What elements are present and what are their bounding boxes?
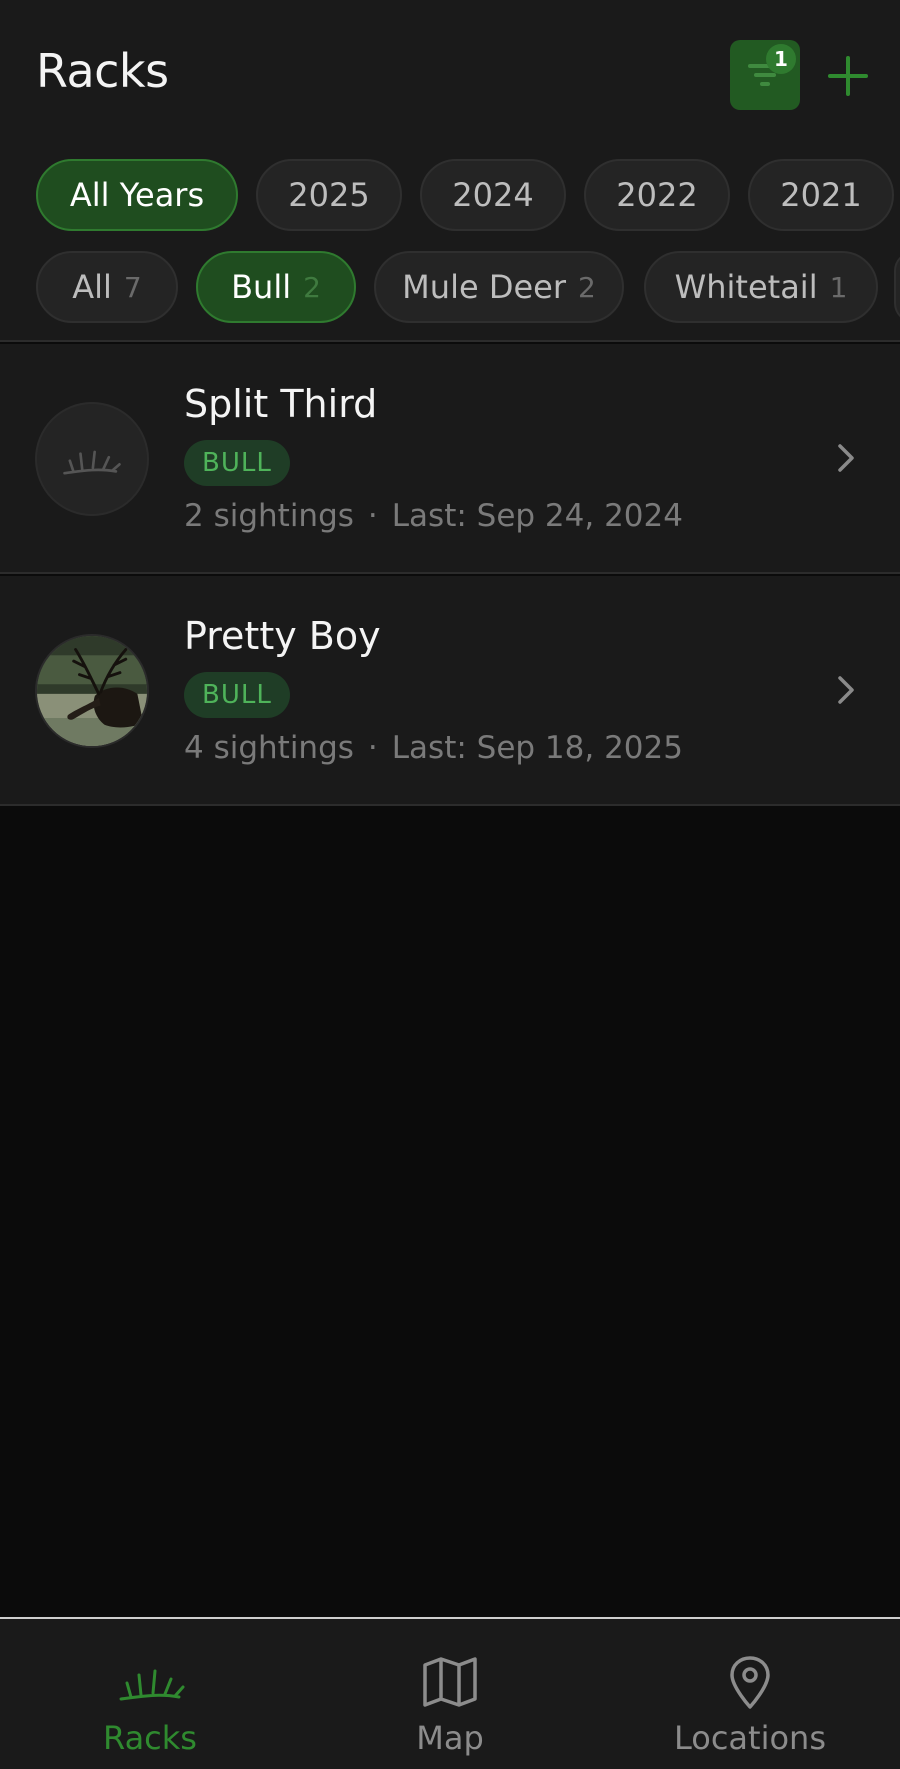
nav-label: Racks xyxy=(103,1719,197,1757)
rack-meta: 2 sightings · Last: Sep 24, 2024 xyxy=(184,498,683,534)
chip-count: 2 xyxy=(303,270,321,304)
last-sighting: Last: Sep 18, 2025 xyxy=(391,730,683,766)
species-filter-row: All 7 Bull 2 Mule Deer 2 Whitetail 1 xyxy=(0,248,900,326)
species-chip-all[interactable]: All 7 xyxy=(36,251,178,323)
chip-label: 2024 xyxy=(452,176,534,214)
last-sighting: Last: Sep 24, 2024 xyxy=(391,498,683,534)
filter-button[interactable]: 1 xyxy=(730,40,800,110)
chip-label: Bull xyxy=(231,268,292,306)
filter-count-badge: 1 xyxy=(766,44,796,74)
add-rack-button[interactable] xyxy=(826,54,870,98)
rack-list-item[interactable]: Pretty Boy BULL 4 sightings · Last: Sep 18… xyxy=(0,576,900,806)
map-icon xyxy=(423,1657,477,1707)
chip-count: 7 xyxy=(123,270,142,304)
chip-label: Whitetail xyxy=(674,268,818,306)
bottom-navigation: Racks Map Locations xyxy=(0,1617,900,1769)
page-title: Racks xyxy=(36,44,169,98)
chip-label: 2025 xyxy=(288,176,370,214)
location-pin-icon xyxy=(730,1656,770,1709)
sightings-count: 2 sightings xyxy=(184,498,354,534)
rack-name: Split Third xyxy=(184,382,378,426)
chevron-right-icon xyxy=(838,676,854,704)
species-badge: BULL xyxy=(184,440,290,486)
sightings-count: 4 sightings xyxy=(184,730,354,766)
species-chip-bull[interactable]: Bull 2 xyxy=(196,251,356,323)
rack-name: Pretty Boy xyxy=(184,614,381,658)
rack-meta: 4 sightings · Last: Sep 18, 2025 xyxy=(184,730,683,766)
year-chip-2025[interactable]: 2025 xyxy=(256,159,402,231)
year-filter-row: All Years 2025 2024 2022 2021 xyxy=(0,156,900,234)
species-chip-mule-deer[interactable]: Mule Deer 2 xyxy=(374,251,624,323)
chip-count: 1 xyxy=(829,270,848,304)
nav-map[interactable]: Map xyxy=(300,1619,600,1769)
species-badge: BULL xyxy=(184,672,290,718)
chip-label: 2022 xyxy=(616,176,698,214)
nav-label: Map xyxy=(416,1719,484,1757)
species-chip-more[interactable] xyxy=(894,251,900,323)
rack-list-item[interactable]: Split Third BULL 2 sightings · Last: Sep 2… xyxy=(0,344,900,574)
species-chip-whitetail[interactable]: Whitetail 1 xyxy=(644,251,878,323)
meta-separator: · xyxy=(367,498,378,534)
chip-label: All xyxy=(72,268,112,306)
nav-label: Locations xyxy=(673,1719,826,1757)
year-chip-2022[interactable]: 2022 xyxy=(584,159,730,231)
elk-photo xyxy=(35,634,149,748)
year-chip-2021[interactable]: 2021 xyxy=(748,159,894,231)
chip-label: Mule Deer xyxy=(402,268,566,306)
nav-locations[interactable]: Locations xyxy=(600,1619,900,1769)
chip-count: 2 xyxy=(577,270,596,304)
nav-racks[interactable]: Racks xyxy=(0,1619,300,1769)
meta-separator: · xyxy=(367,730,378,766)
antler-placeholder-icon xyxy=(35,402,149,516)
antler-icon xyxy=(119,1669,185,1701)
chip-label: All Years xyxy=(69,176,205,214)
chevron-right-icon xyxy=(838,444,854,472)
chip-label: 2021 xyxy=(780,176,862,214)
year-chip-all[interactable]: All Years xyxy=(36,159,238,231)
year-chip-2024[interactable]: 2024 xyxy=(420,159,566,231)
top-header: Racks 1 All Years 2025 2024 2022 2021 Al… xyxy=(0,0,900,342)
